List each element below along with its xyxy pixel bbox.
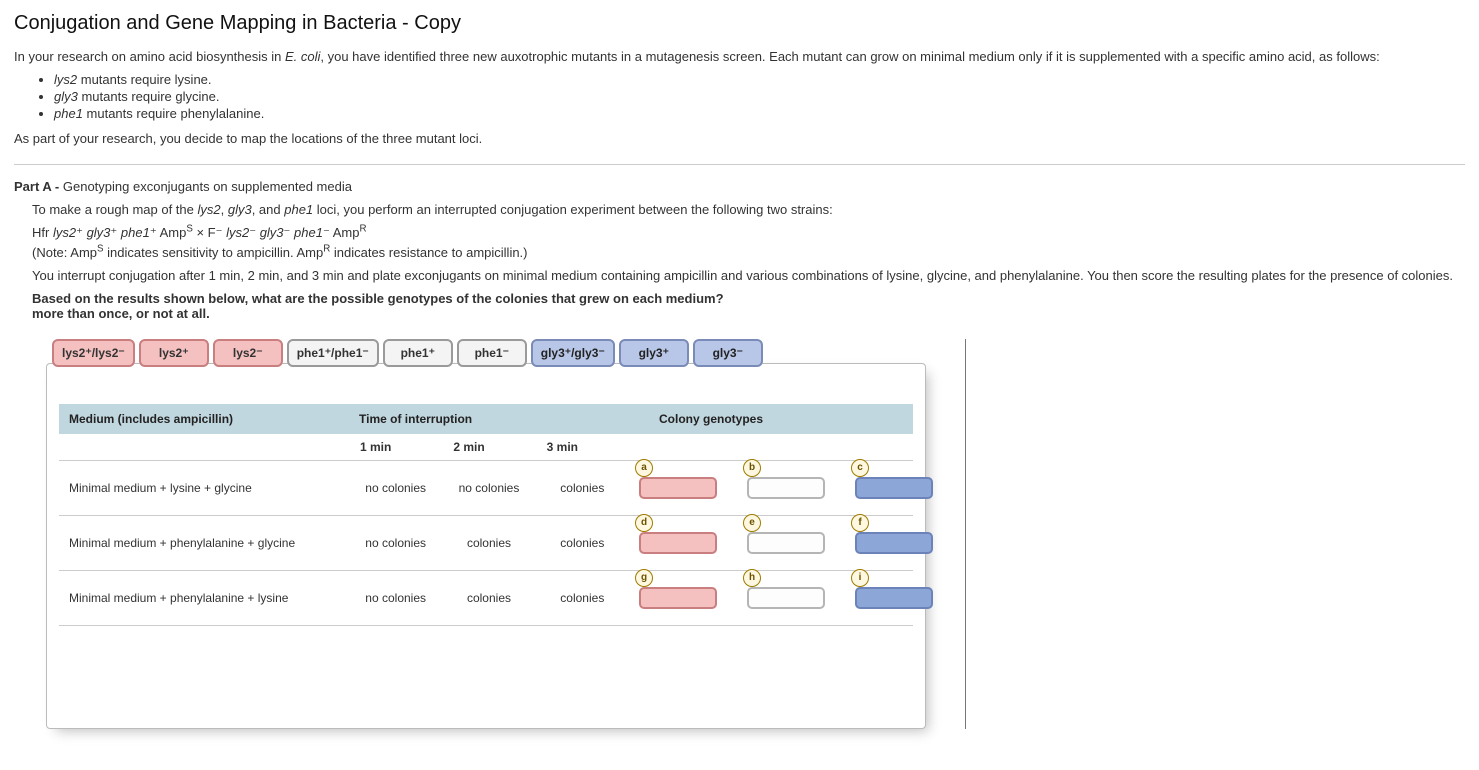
slot-letter: h <box>743 569 761 587</box>
gene-desc: mutants require glycine. <box>78 89 220 104</box>
time-cell: no colonies <box>442 481 535 495</box>
intro-suffix: , you have identified three new auxotrop… <box>320 49 1379 64</box>
drop-slot[interactable] <box>639 587 717 609</box>
note-line: (Note: AmpS indicates sensitivity to amp… <box>32 245 1465 260</box>
t: , <box>221 202 228 217</box>
part-a-p2: You interrupt conjugation after 1 min, 2… <box>32 268 1465 283</box>
list-item: phe1 mutants require phenylalanine. <box>54 106 1465 121</box>
gene-name: lys2 <box>54 72 77 87</box>
t: loci, you perform an interrupted conjuga… <box>313 202 833 217</box>
drop-slot[interactable] <box>747 587 825 609</box>
drop-slot-wrap: c <box>855 477 933 499</box>
genotype-tile[interactable]: phe1⁻ <box>457 339 527 367</box>
medium-cell: Minimal medium + lysine + glycine <box>59 481 349 495</box>
list-item: gly3 mutants require glycine. <box>54 89 1465 104</box>
slot-letter: i <box>851 569 869 587</box>
genotype-tile[interactable]: lys2⁻ <box>213 339 283 367</box>
t: , and <box>252 202 285 217</box>
table-header-row: Medium (includes ampicillin) Time of int… <box>59 404 913 434</box>
table-row: Minimal medium + phenylalanine + lysinen… <box>59 571 913 626</box>
time-cell: no colonies <box>349 591 442 605</box>
page-title: Conjugation and Gene Mapping in Bacteria… <box>14 12 1465 35</box>
intro-prefix: In your research on amino acid biosynthe… <box>14 49 285 64</box>
drop-slot-wrap: a <box>639 477 717 499</box>
drop-slot-wrap: h <box>747 587 825 609</box>
draggable-tile-row: lys2⁺/lys2⁻lys2⁺lys2⁻phe1⁺/phe1⁻phe1⁺phe… <box>46 339 926 367</box>
intro-closing: As part of your research, you decide to … <box>14 131 1465 146</box>
slot-letter: c <box>851 459 869 477</box>
gene: lys2 <box>197 202 220 217</box>
slot-letter: a <box>635 459 653 477</box>
genotype-tile[interactable]: lys2⁺/lys2⁻ <box>52 339 135 367</box>
header-genotypes: Colony genotypes <box>649 404 913 434</box>
genotype-tile[interactable]: phe1⁺ <box>383 339 453 367</box>
slot-letter: d <box>635 514 653 532</box>
drop-slot[interactable] <box>747 532 825 554</box>
part-heading: Genotyping exconjugants on supplemented … <box>59 179 352 194</box>
gene: phe1 <box>284 202 313 217</box>
medium-cell: Minimal medium + phenylalanine + lysine <box>59 591 349 605</box>
time-col-3: 3 min <box>516 434 609 460</box>
drop-slot[interactable] <box>639 532 717 554</box>
slot-letter: b <box>743 459 761 477</box>
table-row: Minimal medium + phenylalanine + glycine… <box>59 516 913 571</box>
time-col-1: 1 min <box>329 434 422 460</box>
time-cell: colonies <box>442 591 535 605</box>
drag-drop-workspace: lys2⁺/lys2⁻lys2⁺lys2⁻phe1⁺/phe1⁻phe1⁺phe… <box>46 339 926 729</box>
gene-desc: mutants require lysine. <box>77 72 211 87</box>
part-a-p1: To make a rough map of the lys2, gly3, a… <box>32 202 1465 217</box>
drop-slot-wrap: e <box>747 532 825 554</box>
t: To make a rough map of the <box>32 202 197 217</box>
q2: more than once, or not at all. <box>32 306 210 321</box>
genotype-tile[interactable]: gly3⁺ <box>619 339 689 367</box>
table-row: Minimal medium + lysine + glycineno colo… <box>59 461 913 516</box>
time-cell: no colonies <box>349 481 442 495</box>
header-medium: Medium (includes ampicillin) <box>59 404 349 434</box>
drop-slot-wrap: i <box>855 587 933 609</box>
header-time: Time of interruption <box>349 404 649 434</box>
gene-name: phe1 <box>54 106 83 121</box>
genotype-tile[interactable]: phe1⁺/phe1⁻ <box>287 339 379 367</box>
time-col-2: 2 min <box>422 434 515 460</box>
time-cell: colonies <box>536 536 629 550</box>
part-a-header: Part A - Genotyping exconjugants on supp… <box>14 179 1465 194</box>
question-text: Based on the results shown below, what a… <box>32 291 1465 321</box>
drop-slot[interactable] <box>747 477 825 499</box>
drop-slot-wrap: g <box>639 587 717 609</box>
time-cell: colonies <box>536 591 629 605</box>
gene: gly3 <box>228 202 252 217</box>
gene-name: gly3 <box>54 89 78 104</box>
mutant-list: lys2 mutants require lysine. gly3 mutant… <box>14 72 1465 121</box>
drop-slot[interactable] <box>639 477 717 499</box>
drop-slot[interactable] <box>855 477 933 499</box>
medium-cell: Minimal medium + phenylalanine + glycine <box>59 536 349 550</box>
table-subheader: 1 min 2 min 3 min <box>59 434 913 461</box>
drop-slot-wrap: f <box>855 532 933 554</box>
time-cell: colonies <box>442 536 535 550</box>
panel-right-edge <box>965 339 966 729</box>
time-cell: colonies <box>536 481 629 495</box>
q1: Based on the results shown below, what a… <box>32 291 724 306</box>
intro-paragraph: In your research on amino acid biosynthe… <box>14 49 1465 64</box>
cross-line: Hfr lys2⁺ gly3⁺ phe1⁺ AmpS × F⁻ lys2⁻ gl… <box>32 225 1465 241</box>
slot-letter: f <box>851 514 869 532</box>
list-item: lys2 mutants require lysine. <box>54 72 1465 87</box>
genotype-tile[interactable]: lys2⁺ <box>139 339 209 367</box>
drop-slot-wrap: b <box>747 477 825 499</box>
drop-slot-wrap: d <box>639 532 717 554</box>
slot-letter: e <box>743 514 761 532</box>
intro-organism: E. coli <box>285 49 320 64</box>
section-divider <box>14 164 1465 165</box>
drop-panel: Medium (includes ampicillin) Time of int… <box>46 363 926 729</box>
part-label: Part A - <box>14 179 59 194</box>
time-cell: no colonies <box>349 536 442 550</box>
genotype-tile[interactable]: gly3⁻ <box>693 339 763 367</box>
drop-slot[interactable] <box>855 587 933 609</box>
genotype-tile[interactable]: gly3⁺/gly3⁻ <box>531 339 615 367</box>
drop-slot[interactable] <box>855 532 933 554</box>
gene-desc: mutants require phenylalanine. <box>83 106 264 121</box>
slot-letter: g <box>635 569 653 587</box>
